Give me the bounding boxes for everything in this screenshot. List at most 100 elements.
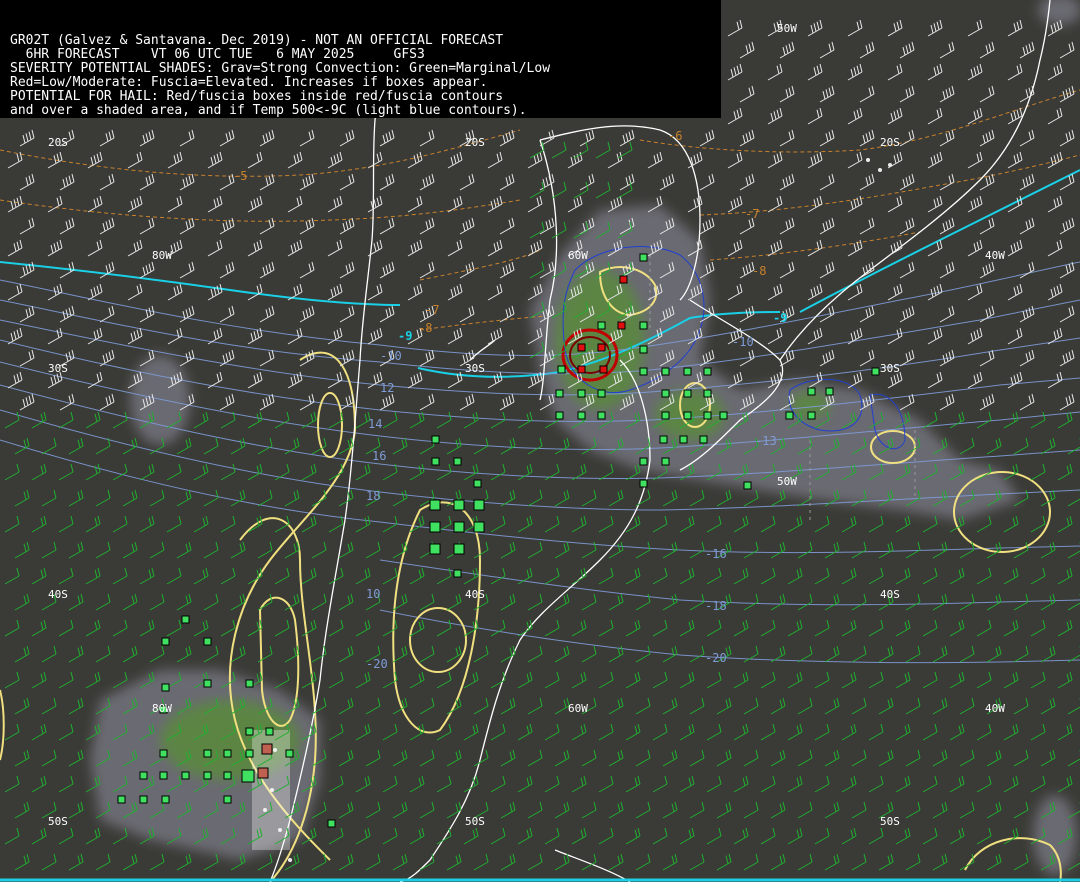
wind-barb (733, 619, 749, 637)
wind-barb (554, 541, 570, 559)
convection-box-green (117, 795, 126, 804)
wind-barb (1059, 129, 1075, 147)
convection-box-green (159, 749, 168, 758)
convection-box-green (181, 615, 190, 624)
wind-barb (99, 393, 115, 411)
convection-box-green (661, 457, 670, 466)
wind-barb (797, 697, 813, 715)
wind-barb (976, 567, 992, 585)
hail-box-red (599, 365, 608, 374)
wind-barb (662, 593, 678, 611)
hail-box-red (619, 275, 628, 284)
wind-barb (1013, 697, 1029, 715)
wind-barb (1003, 515, 1019, 533)
wind-barb (1030, 775, 1046, 793)
wind-barb (571, 827, 587, 845)
wind-barb (625, 619, 641, 637)
contour-label-m7-west: -7 (425, 303, 439, 317)
convection-box-green (431, 457, 440, 466)
wind-barb (1059, 393, 1075, 411)
wind-barb (459, 217, 475, 235)
wind-barb (527, 195, 543, 213)
wind-barb (716, 749, 732, 767)
wind-barb (459, 393, 475, 411)
wind-barb (419, 261, 435, 279)
wind-barb (699, 129, 715, 147)
wind-barb (419, 645, 435, 663)
wind-barb (1003, 827, 1019, 845)
convection-box-green (719, 411, 728, 420)
wind-barb (986, 749, 1002, 767)
wind-barb (706, 567, 722, 585)
lat-label-30s-east: 30S (880, 362, 900, 375)
wind-barb (327, 239, 343, 257)
wind-barb (447, 239, 463, 257)
wind-barb (328, 827, 344, 845)
wind-barb (689, 593, 705, 611)
wind-barb (99, 129, 115, 147)
wind-barb (392, 801, 408, 819)
wind-barb (338, 489, 354, 507)
wind-barb (409, 827, 425, 845)
wind-barb (338, 593, 354, 611)
wind-barb (447, 151, 463, 169)
wind-barb (733, 827, 749, 845)
wind-barb (824, 853, 840, 871)
wind-barb (733, 671, 749, 689)
wind-barb (339, 349, 355, 367)
convection-box-green (703, 389, 712, 398)
wind-barb (635, 541, 651, 559)
wind-barb (203, 593, 219, 611)
wind-barb (770, 593, 786, 611)
wind-barb (976, 515, 992, 533)
wind-barb (807, 239, 823, 257)
wind-barb (949, 827, 965, 845)
convection-box-green (871, 367, 880, 376)
wind-barb (19, 393, 35, 411)
contour-label-18: 18 (366, 489, 380, 503)
convection-box-green-large (453, 543, 465, 555)
wind-barb (927, 195, 943, 213)
wind-barb (878, 853, 894, 871)
wind-barb (139, 463, 155, 481)
wind-barb (927, 63, 943, 81)
convection-box-green (683, 367, 692, 376)
wind-barb (409, 463, 425, 481)
convection-box-green (679, 435, 688, 444)
wind-barb (979, 393, 995, 411)
wind-barb (887, 63, 903, 81)
wind-barb (490, 463, 506, 481)
header-line-4: Red=Low/Moderate: Fuscia=Elevated. Incre… (10, 75, 488, 90)
wind-barb (895, 723, 911, 741)
convection-box-green (639, 479, 648, 488)
wind-barb (727, 195, 743, 213)
wind-barb (779, 261, 795, 279)
wind-barb (824, 801, 840, 819)
wind-barb (824, 749, 840, 767)
wind-barb (760, 723, 776, 741)
wind-barb (500, 593, 516, 611)
wind-barb (819, 41, 835, 59)
wind-barb (859, 173, 875, 191)
wind-barb (760, 515, 776, 533)
wind-barb (436, 723, 452, 741)
wind-barb (339, 217, 355, 235)
wind-barb (407, 239, 423, 257)
wind-barb (41, 541, 57, 559)
wind-barb (4, 515, 20, 533)
wind-barb (779, 129, 795, 147)
convection-box-green (431, 435, 440, 444)
lat-label-40s-west: 40S (48, 588, 68, 601)
wind-barb (770, 697, 786, 715)
wind-barb (770, 853, 786, 871)
wind-barb (14, 593, 30, 611)
wind-barb (967, 19, 983, 37)
wind-barb (490, 567, 506, 585)
wind-barb (716, 489, 732, 507)
wind-barb (544, 567, 560, 585)
wind-barb (976, 411, 992, 429)
wind-barb (1007, 327, 1023, 345)
wind-barb (625, 827, 641, 845)
wind-barb (841, 723, 857, 741)
wind-barb (733, 515, 749, 533)
